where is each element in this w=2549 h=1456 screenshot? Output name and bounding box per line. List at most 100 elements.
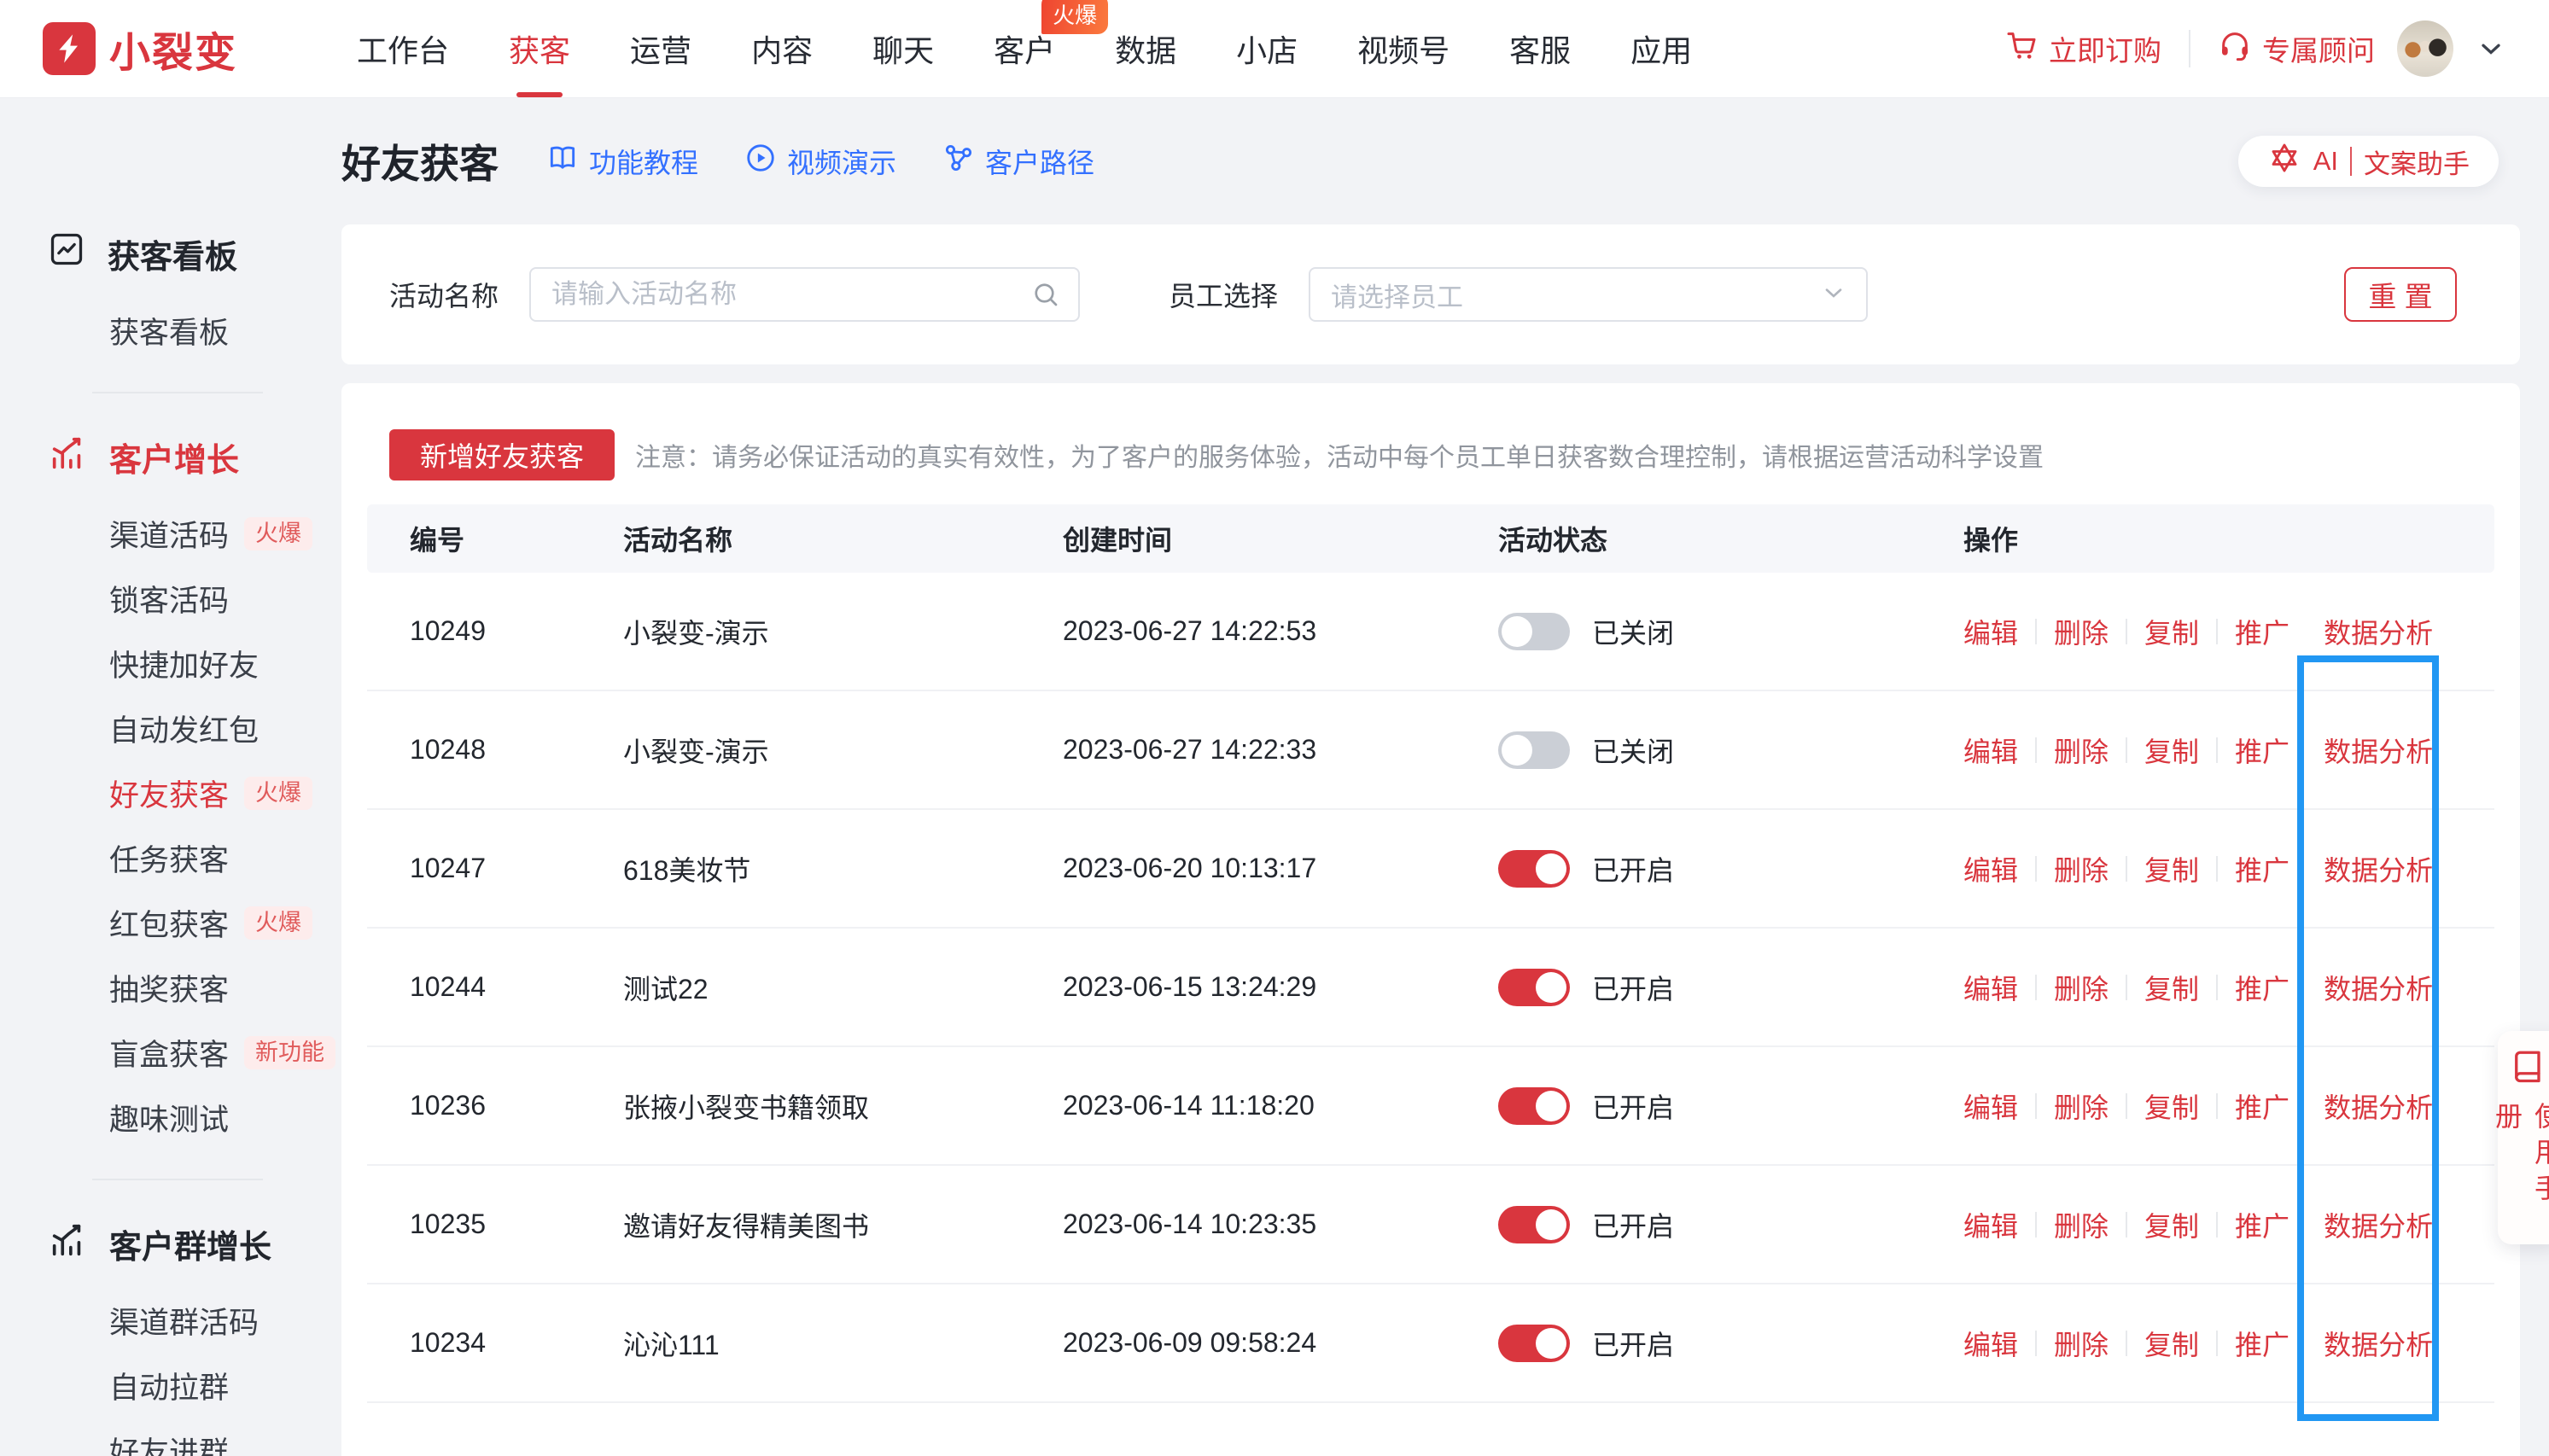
nav-apps[interactable]: 应用 [1630, 26, 1692, 71]
brand-logo[interactable]: 小裂变 [43, 19, 237, 79]
delete-link[interactable]: 删除 [2054, 968, 2109, 1007]
delete-link[interactable]: 删除 [2054, 849, 2109, 888]
copy-link[interactable]: 复制 [2144, 1205, 2199, 1244]
sidebar-item-auto-group[interactable]: 自动拉群 [0, 1353, 333, 1418]
copy-link[interactable]: 复制 [2144, 1086, 2199, 1126]
delete-link[interactable]: 删除 [2054, 1086, 2109, 1126]
user-manual-tab[interactable]: 使用手册 [2492, 1031, 2549, 1244]
advisor-button[interactable]: 专属顾问 [2218, 28, 2375, 69]
tutorial-link[interactable]: 功能教程 [546, 142, 698, 181]
sidebar-item-quick-add[interactable]: 快捷加好友 [0, 631, 333, 696]
nav-video-account[interactable]: 视频号 [1357, 26, 1449, 71]
promote-link[interactable]: 推广 [2235, 1324, 2289, 1363]
sidebar-item-channel-code[interactable]: 渠道活码 火爆 [0, 501, 333, 566]
edit-link[interactable]: 编辑 [1963, 731, 2018, 770]
created-time: 2023-06-20 10:13:17 [1063, 853, 1317, 883]
search-icon[interactable] [1030, 279, 1061, 310]
sidebar-item-blindbox-acquisition[interactable]: 盲盒获客 新功能 [0, 1020, 336, 1085]
create-activity-button[interactable]: 新增好友获客 [389, 429, 615, 480]
edit-link[interactable]: 编辑 [1963, 1086, 2018, 1126]
sidebar-item-friend-join-group[interactable]: 好友进群 [0, 1418, 333, 1456]
staff-select[interactable]: 请选择员工 [1309, 267, 1869, 322]
nav-service[interactable]: 客服 [1509, 26, 1571, 71]
sidebar-section-kanban[interactable]: 获客看板 [0, 226, 333, 281]
copy-link[interactable]: 复制 [2144, 731, 2199, 770]
order-now-button[interactable]: 立即订购 [2004, 28, 2161, 69]
cart-icon [2004, 28, 2039, 69]
nav-workbench[interactable]: 工作台 [357, 26, 449, 71]
copy-link[interactable]: 复制 [2144, 849, 2199, 888]
status-toggle[interactable] [1498, 1324, 1570, 1362]
nav-shop[interactable]: 小店 [1236, 26, 1298, 71]
status-toggle[interactable] [1498, 968, 1570, 1006]
video-demo-link[interactable]: 视频演示 [744, 142, 896, 181]
nav-customers[interactable]: 客户 火爆 [994, 0, 1109, 71]
edit-link[interactable]: 编辑 [1963, 849, 2018, 888]
sidebar-item-lottery-acquisition[interactable]: 抽奖获客 [0, 955, 333, 1020]
sidebar-item-task-acquisition[interactable]: 任务获客 [0, 825, 333, 890]
sidebar-item-friend-acquisition[interactable]: 好友获客 火爆 [0, 760, 333, 825]
activity-name: 沁沁111 [623, 1329, 720, 1360]
sidebar-section-customer-growth[interactable]: 客户增长 [0, 429, 333, 484]
delete-link[interactable]: 删除 [2054, 612, 2109, 651]
status-toggle[interactable] [1498, 731, 1570, 769]
sidebar-item-fun-quiz[interactable]: 趣味测试 [0, 1085, 333, 1150]
data-analysis-link[interactable]: 数据分析 [2324, 1086, 2433, 1126]
promote-link[interactable]: 推广 [2235, 1205, 2289, 1244]
sidebar-item-kanban[interactable]: 获客看板 [0, 298, 333, 363]
divider [2126, 974, 2128, 1000]
activity-name-input[interactable] [529, 267, 1081, 322]
col-status: 活动状态 [1498, 525, 1608, 556]
copy-link[interactable]: 复制 [2144, 1324, 2199, 1363]
promote-link[interactable]: 推广 [2235, 849, 2289, 888]
divider [2126, 1092, 2128, 1119]
delete-link[interactable]: 删除 [2054, 731, 2109, 770]
divider [2035, 1330, 2038, 1356]
status-toggle[interactable] [1498, 612, 1570, 650]
user-avatar[interactable] [2397, 20, 2453, 77]
edit-link[interactable]: 编辑 [1963, 612, 2018, 651]
promote-link[interactable]: 推广 [2235, 968, 2289, 1007]
delete-link[interactable]: 删除 [2054, 1324, 2109, 1363]
activity-name: 张掖小裂变书籍领取 [623, 1092, 870, 1123]
sidebar-item-lock-code[interactable]: 锁客活码 [0, 566, 333, 631]
chevron-down-icon[interactable] [2476, 33, 2506, 64]
status-label: 已开启 [1592, 854, 1675, 886]
status-toggle[interactable] [1498, 1205, 1570, 1243]
status-toggle[interactable] [1498, 849, 1570, 888]
reset-button[interactable]: 重 置 [2344, 267, 2457, 322]
data-analysis-link[interactable]: 数据分析 [2324, 612, 2433, 651]
edit-link[interactable]: 编辑 [1963, 968, 2018, 1007]
data-analysis-link[interactable]: 数据分析 [2324, 731, 2433, 770]
data-analysis-link[interactable]: 数据分析 [2324, 968, 2433, 1007]
status-toggle[interactable] [1498, 1086, 1570, 1125]
sidebar-section-group-growth[interactable]: 客户群增长 [0, 1216, 333, 1271]
nav-content[interactable]: 内容 [751, 26, 813, 71]
nav-operations[interactable]: 运营 [630, 26, 691, 71]
ai-copy-assistant-button[interactable]: AI 文案助手 [2237, 136, 2499, 187]
hot-badge: 火爆 [1041, 0, 1109, 34]
delete-link[interactable]: 删除 [2054, 1205, 2109, 1244]
divider [2216, 1092, 2219, 1119]
staff-select-label: 员工选择 [1169, 281, 1279, 312]
customer-path-link[interactable]: 客户路径 [942, 142, 1094, 181]
promote-link[interactable]: 推广 [2235, 731, 2289, 770]
promote-link[interactable]: 推广 [2235, 612, 2289, 651]
edit-link[interactable]: 编辑 [1963, 1324, 2018, 1363]
nav-data[interactable]: 数据 [1115, 26, 1176, 71]
nav-acquisition[interactable]: 获客 [509, 26, 570, 71]
edit-link[interactable]: 编辑 [1963, 1205, 2018, 1244]
sidebar-item-group-channel-code[interactable]: 渠道群活码 [0, 1288, 333, 1353]
sidebar-item-redpacket-acquisition[interactable]: 红包获客 火爆 [0, 890, 333, 955]
data-analysis-link[interactable]: 数据分析 [2324, 849, 2433, 888]
divider [92, 392, 263, 393]
promote-link[interactable]: 推广 [2235, 1086, 2289, 1126]
sidebar-item-auto-redpacket[interactable]: 自动发红包 [0, 696, 333, 760]
divider [92, 1179, 263, 1180]
copy-link[interactable]: 复制 [2144, 968, 2199, 1007]
data-analysis-link[interactable]: 数据分析 [2324, 1324, 2433, 1363]
nav-chat[interactable]: 聊天 [872, 26, 934, 71]
copy-link[interactable]: 复制 [2144, 612, 2199, 651]
table-row: 10234 沁沁111 2023-06-09 09:58:24 已开启 编辑 删… [367, 1284, 2494, 1403]
data-analysis-link[interactable]: 数据分析 [2324, 1205, 2433, 1244]
